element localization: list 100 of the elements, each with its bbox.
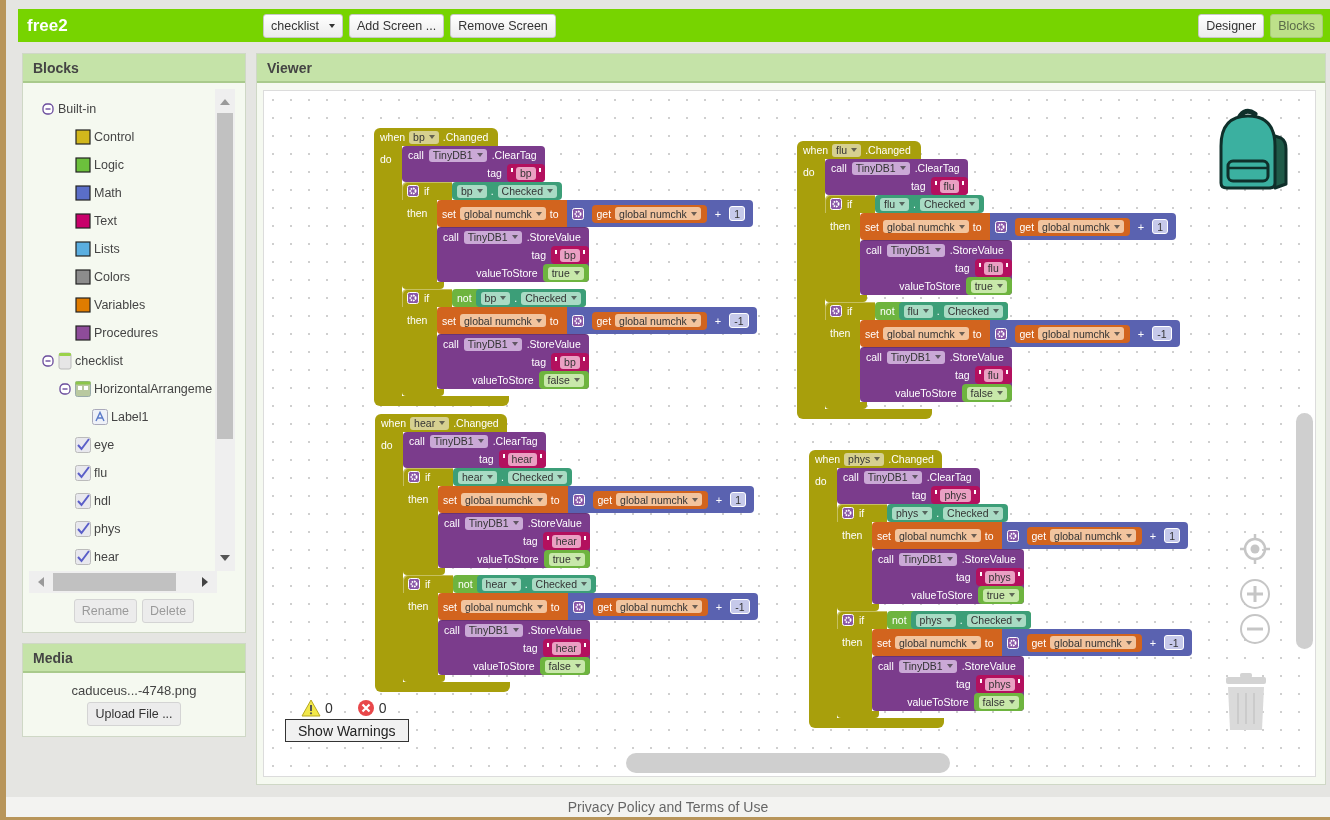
get-block[interactable]: get global numchk — [1026, 526, 1142, 545]
view-tab[interactable]: Designer — [1198, 13, 1265, 38]
text-block[interactable]: hear — [542, 639, 590, 657]
number-field[interactable]: 1 — [729, 206, 746, 221]
dropdown-field[interactable]: global numchk — [895, 636, 981, 649]
dropdown-field[interactable]: global numchk — [460, 207, 546, 220]
tree-item[interactable]: Variables — [94, 298, 146, 312]
tree-item[interactable]: Control — [94, 130, 135, 144]
vertical-scrollbar[interactable] — [215, 89, 235, 571]
call-block[interactable]: call TinyDB1 .StoreValue tag bp valueToStore true — [437, 227, 589, 282]
gear-icon[interactable] — [830, 305, 842, 317]
math-block[interactable]: get global numchk + -1 — [567, 593, 758, 620]
dropdown-field[interactable]: global numchk — [883, 327, 969, 340]
not-block[interactable]: not bp . Checked — [452, 289, 586, 307]
text-block[interactable]: phys — [931, 486, 980, 504]
gear-icon[interactable] — [994, 327, 1007, 340]
dropdown-field[interactable]: TinyDB1 — [851, 161, 910, 175]
tree-item[interactable]: Built-in — [58, 102, 97, 116]
logic-block[interactable]: false — [961, 384, 1012, 402]
logic-block[interactable]: false — [973, 693, 1024, 711]
number-field[interactable]: -1 — [729, 313, 749, 328]
dropdown-field[interactable]: Checked — [531, 577, 591, 591]
dropdown-field[interactable]: Checked — [920, 197, 980, 211]
dropdown-field[interactable]: hear — [410, 416, 450, 430]
gear-icon[interactable] — [571, 314, 584, 327]
tree-item[interactable]: Math — [94, 186, 122, 200]
dropdown-field[interactable]: true — [970, 279, 1007, 293]
dropdown-field[interactable]: flu — [903, 304, 933, 318]
get-block[interactable]: get global numchk — [1026, 633, 1142, 652]
gear-icon[interactable] — [408, 471, 420, 483]
text-field[interactable]: bp — [560, 355, 580, 369]
gear-icon[interactable] — [572, 493, 585, 506]
checkbox-getter-block[interactable]: flu . Checked — [898, 302, 1009, 320]
text-field[interactable]: bp — [515, 166, 536, 180]
number-field[interactable]: 1 — [1152, 219, 1169, 234]
number-field[interactable]: -1 — [1164, 635, 1184, 650]
text-block[interactable]: phys — [975, 675, 1024, 693]
horizontal-scrollbar[interactable] — [626, 753, 950, 773]
upload-button[interactable]: Upload File ... — [87, 702, 181, 726]
dropdown-field[interactable]: global numchk — [615, 314, 701, 327]
text-block[interactable]: phys — [975, 568, 1024, 586]
text-block[interactable]: hear — [498, 450, 546, 468]
dropdown-field[interactable]: hear — [481, 577, 521, 591]
text-field[interactable]: flu — [939, 179, 959, 193]
text-field[interactable]: phys — [984, 677, 1015, 691]
number-field[interactable]: -1 — [730, 599, 750, 614]
number-field[interactable]: 1 — [1164, 528, 1181, 543]
dropdown-field[interactable]: bp — [480, 291, 511, 305]
dropdown-field[interactable]: TinyDB1 — [886, 350, 945, 364]
dropdown-field[interactable]: TinyDB1 — [428, 148, 487, 162]
logic-block[interactable]: true — [543, 550, 590, 568]
math-block[interactable]: get global numchk + 1 — [989, 213, 1177, 240]
dropdown-field[interactable]: false — [544, 659, 585, 673]
dropdown-field[interactable]: global numchk — [461, 600, 547, 613]
get-block[interactable]: get global numchk — [592, 490, 708, 509]
tree-item[interactable]: HorizontalArrangeme — [94, 382, 213, 396]
dropdown-field[interactable]: global numchk — [883, 220, 969, 233]
call-block[interactable]: call TinyDB1 .StoreValue tag flu valueToStore false — [860, 347, 1012, 402]
dropdown-field[interactable]: Checked — [966, 613, 1027, 627]
dropdown-field[interactable]: TinyDB1 — [464, 623, 523, 637]
call-block[interactable]: call TinyDB1 .StoreValue tag flu valueToStore true — [860, 240, 1012, 295]
dropdown-field[interactable]: TinyDB1 — [886, 243, 945, 257]
text-field[interactable]: hear — [551, 534, 581, 548]
dropdown-field[interactable]: global numchk — [615, 207, 701, 220]
dropdown-field[interactable]: bp — [409, 130, 439, 144]
gear-icon[interactable] — [407, 185, 419, 197]
tree-item[interactable]: Lists — [94, 242, 120, 256]
text-block[interactable]: flu — [930, 177, 968, 195]
tree-item[interactable]: hear — [94, 550, 120, 564]
dropdown-field[interactable]: false — [966, 386, 1007, 400]
text-block[interactable]: hear — [542, 532, 590, 550]
checkbox-getter-block[interactable]: hear . Checked — [453, 468, 573, 486]
dropdown-field[interactable]: Checked — [507, 470, 568, 484]
text-field[interactable]: hear — [551, 641, 581, 655]
text-block[interactable]: flu — [974, 366, 1012, 384]
checkbox-getter-block[interactable]: flu . Checked — [875, 195, 985, 213]
set-block[interactable]: set global numchk to — [438, 593, 568, 620]
dropdown-field[interactable]: global numchk — [616, 493, 702, 506]
gear-icon[interactable] — [842, 507, 854, 519]
number-field[interactable]: 1 — [730, 492, 747, 507]
dropdown-field[interactable]: global numchk — [616, 600, 702, 613]
collapse-icon[interactable] — [42, 103, 54, 115]
logic-block[interactable]: false — [538, 371, 589, 389]
gear-icon[interactable] — [830, 198, 842, 210]
tree-item[interactable]: checklist — [75, 354, 123, 368]
event-block[interactable]: when bp .Changed — [374, 128, 498, 146]
dropdown-field[interactable]: phys — [844, 452, 885, 466]
not-block[interactable]: not hear . Checked — [453, 575, 596, 593]
dropdown-field[interactable]: hear — [458, 470, 497, 484]
get-block[interactable]: get global numchk — [1014, 324, 1130, 343]
checkbox-getter-block[interactable]: phys . Checked — [910, 611, 1032, 629]
dropdown-field[interactable]: true — [547, 266, 584, 280]
text-field[interactable]: phys — [984, 570, 1015, 584]
text-block[interactable]: flu — [974, 259, 1012, 277]
call-block[interactable]: call TinyDB1 .StoreValue tag phys valueToStore true — [872, 549, 1024, 604]
tree-item[interactable]: Procedures — [94, 326, 158, 340]
checkbox-getter-block[interactable]: phys . Checked — [887, 504, 1008, 522]
tree-item[interactable]: Label1 — [111, 410, 149, 424]
checkbox-getter-block[interactable]: hear . Checked — [476, 575, 596, 593]
dropdown-field[interactable]: true — [548, 552, 585, 566]
